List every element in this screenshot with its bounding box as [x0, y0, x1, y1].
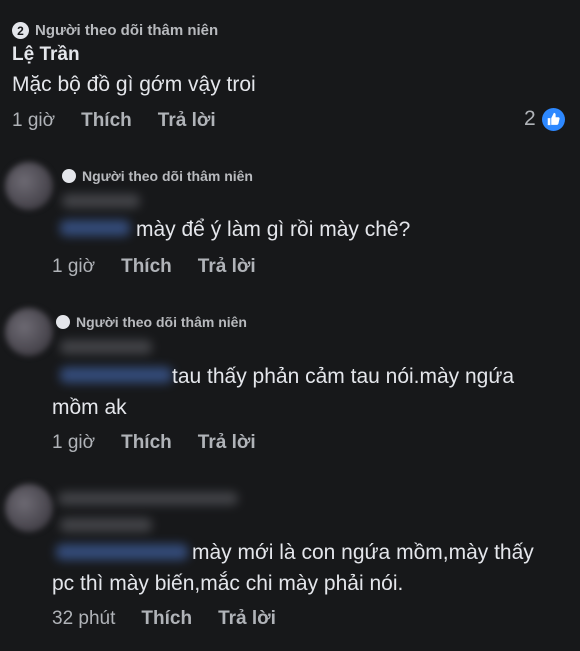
comment-actions: 32 phút Thích Trả lời — [52, 608, 276, 630]
like-button[interactable]: Thích — [121, 256, 172, 278]
comment-time[interactable]: 1 giờ — [52, 432, 95, 454]
top-fan-badge-icon: 2 — [12, 22, 29, 39]
reply-button[interactable]: Trả lời — [198, 432, 256, 454]
avatar[interactable] — [5, 162, 53, 210]
avatar[interactable] — [5, 484, 53, 532]
comment-time[interactable]: 1 giờ — [12, 110, 55, 132]
comment-text-line: pc thì mày biến,mắc chi mày phải nói. — [52, 572, 404, 595]
reply-button[interactable]: Trả lời — [198, 256, 256, 278]
like-button[interactable]: Thích — [141, 608, 192, 630]
comment-text: mày để ý làm gì rồi mày chê? — [136, 218, 411, 241]
top-fan-badge-icon — [56, 315, 70, 329]
like-button[interactable]: Thích — [81, 110, 132, 132]
comment-text: Mặc bộ đồ gì gớm vậy troi — [12, 73, 256, 96]
thumbs-up-icon — [541, 107, 565, 131]
comment-time[interactable]: 32 phút — [52, 608, 115, 630]
comment-actions: 1 giờ Thích Trả lời — [12, 110, 216, 132]
badge-label: Người theo dõi thâm niên — [76, 314, 247, 330]
comment-text-line: tau thấy phản cảm tau nói.mày ngứa — [172, 365, 515, 388]
top-fan-badge-icon — [62, 169, 76, 183]
like-button[interactable]: Thích — [121, 432, 172, 454]
comment-actions: 1 giờ Thích Trả lời — [52, 256, 256, 278]
tagged-user[interactable] — [56, 544, 188, 560]
comment-text-line: mồm ak — [52, 396, 127, 419]
reply-button[interactable]: Trả lời — [218, 608, 276, 630]
comment-author[interactable] — [62, 194, 140, 208]
comment-author[interactable] — [60, 518, 152, 532]
comment-author[interactable] — [60, 340, 152, 354]
reply-button[interactable]: Trả lời — [158, 110, 216, 132]
comment-text-line: mày mới là con ngứa mồm,mày thấy — [192, 541, 534, 564]
reaction-number: 2 — [524, 107, 536, 130]
avatar[interactable] — [5, 308, 53, 356]
comment-time[interactable]: 1 giờ — [52, 256, 95, 278]
badge-row — [58, 492, 238, 505]
badge-row: 2 Người theo dõi thâm niên — [12, 22, 218, 39]
tagged-user[interactable] — [60, 367, 172, 383]
badge-row: Người theo dõi thâm niên — [56, 314, 247, 330]
badge-row: Người theo dõi thâm niên — [62, 168, 253, 184]
reaction-count[interactable]: 2 — [524, 107, 565, 131]
tagged-user[interactable] — [60, 220, 130, 236]
badge-label: Người theo dõi thâm niên — [82, 168, 253, 184]
comment-actions: 1 giờ Thích Trả lời — [52, 432, 256, 454]
comment-author[interactable]: Lệ Trần — [12, 44, 80, 66]
badge-label: Người theo dõi thâm niên — [35, 22, 219, 39]
